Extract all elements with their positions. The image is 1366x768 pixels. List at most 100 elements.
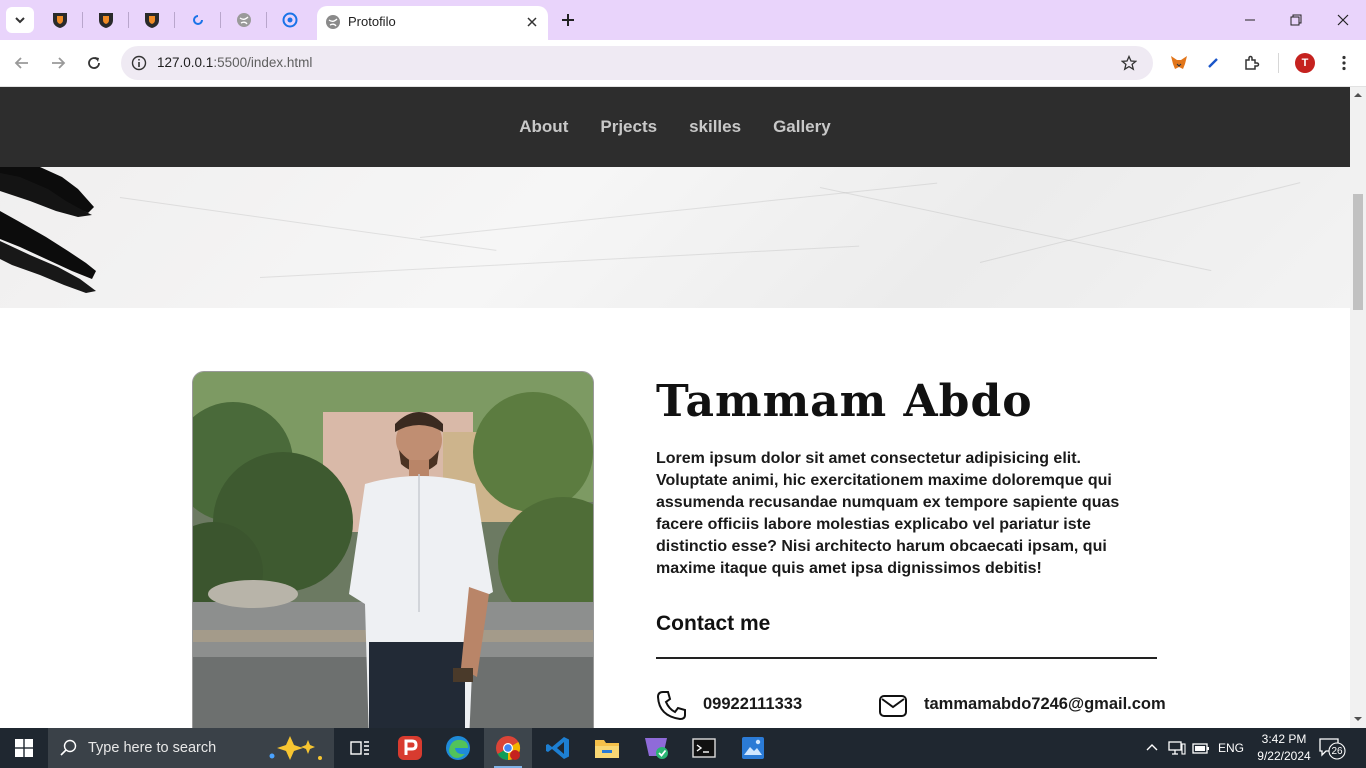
taskbar-app-terminal[interactable] <box>680 728 728 768</box>
task-view-button[interactable] <box>336 728 384 768</box>
puzzle-icon <box>1245 55 1260 70</box>
arrow-left-icon <box>14 57 28 69</box>
pinned-tab-3[interactable] <box>140 8 164 32</box>
tab-separator <box>266 12 267 28</box>
nav-link-skills[interactable]: skilles <box>689 117 741 137</box>
close-icon <box>1337 14 1349 26</box>
minimize-button[interactable] <box>1238 8 1262 32</box>
reload-icon <box>88 57 100 69</box>
nav-link-projects[interactable]: Prjects <box>600 117 657 137</box>
contact-email[interactable]: tammamabdo7246@gmail.com <box>924 695 1166 714</box>
chevron-down-icon <box>15 17 25 24</box>
close-window-button[interactable] <box>1331 8 1355 32</box>
taskbar-app-shield[interactable] <box>632 728 680 768</box>
clock-time[interactable]: 3:42 PM <box>1258 732 1310 746</box>
browser-toolbar: 127.0.0.1:5500/index.html <box>0 40 1366 87</box>
pinned-tab-6[interactable] <box>278 8 302 32</box>
browser-menu-button[interactable] <box>1332 51 1356 75</box>
minimize-icon <box>1245 19 1255 21</box>
app-icon <box>282 12 298 28</box>
address-bar[interactable]: 127.0.0.1:5500/index.html <box>121 46 1153 80</box>
globe-icon <box>237 13 251 27</box>
hero-marble-banner <box>0 167 1350 308</box>
taskbar-search[interactable]: Type here to search <box>48 728 334 768</box>
phone-icon <box>656 691 686 721</box>
pinned-tab-4[interactable] <box>186 8 210 32</box>
vscode-icon <box>546 737 569 759</box>
back-button[interactable] <box>10 51 34 75</box>
contact-divider <box>656 657 1157 659</box>
pinned-tab-1[interactable] <box>48 8 72 32</box>
clock-date[interactable]: 9/22/2024 <box>1254 749 1314 763</box>
pinned-tab-5[interactable] <box>232 8 256 32</box>
mail-icon <box>879 695 907 717</box>
profile-name: Tammam Abdo <box>656 376 1033 427</box>
brush-stroke-decoration <box>0 167 96 293</box>
reload-button[interactable] <box>82 51 106 75</box>
site-navbar: About Prjects skilles Gallery <box>0 87 1350 167</box>
battery-icon[interactable] <box>1192 741 1210 755</box>
shield-icon <box>145 13 159 28</box>
close-tab-icon[interactable] <box>524 14 540 30</box>
contact-phone[interactable]: 09922111333 <box>703 695 802 714</box>
taskbar-app-chrome[interactable] <box>484 728 532 768</box>
network-icon[interactable] <box>1168 740 1186 756</box>
profile-bio: Lorem ipsum dolor sit amet consectetur a… <box>656 450 1120 577</box>
tab-separator <box>174 12 175 28</box>
app-p-icon <box>398 736 422 760</box>
shield-icon <box>53 13 67 28</box>
extensions-button[interactable] <box>1240 51 1264 75</box>
folder-icon <box>595 740 619 758</box>
url-host: 127.0.0.1 <box>157 55 214 70</box>
notification-count: 26 <box>1331 746 1343 757</box>
notification-center-button[interactable]: 26 <box>1318 736 1346 760</box>
pen-extension[interactable] <box>1202 51 1226 75</box>
tab-separator <box>82 12 83 28</box>
forward-button[interactable] <box>46 51 70 75</box>
start-button[interactable] <box>0 728 48 768</box>
new-tab-button[interactable] <box>558 10 578 30</box>
taskbar-app-file-explorer[interactable] <box>583 728 631 768</box>
fox-icon <box>1171 56 1187 69</box>
taskbar-app-edge[interactable] <box>434 728 482 768</box>
url-text: 127.0.0.1:5500/index.html <box>157 55 312 70</box>
kebab-menu-icon <box>1342 55 1346 71</box>
search-placeholder: Type here to search <box>88 740 217 756</box>
taskbar-app-photos[interactable] <box>729 728 777 768</box>
loading-icon <box>193 15 203 25</box>
tab-search-button[interactable] <box>6 7 34 33</box>
chrome-icon <box>496 736 521 760</box>
restore-icon <box>1290 14 1302 26</box>
nav-link-gallery[interactable]: Gallery <box>773 117 831 137</box>
tab-separator <box>128 12 129 28</box>
page-viewport: About Prjects skilles Gallery Tammam Abd… <box>0 87 1350 728</box>
globe-icon <box>325 14 341 35</box>
photos-icon <box>742 737 764 759</box>
profile-avatar[interactable]: T <box>1295 53 1315 73</box>
nav-link-about[interactable]: About <box>519 117 568 137</box>
scrollbar-thumb[interactable] <box>1353 194 1363 310</box>
scroll-down-arrow-icon[interactable] <box>1354 715 1362 723</box>
terminal-icon <box>692 738 716 758</box>
scroll-up-arrow-icon[interactable] <box>1354 91 1362 99</box>
pinned-tab-2[interactable] <box>94 8 118 32</box>
plus-icon <box>562 14 574 26</box>
profile-photo <box>192 371 594 728</box>
chevron-up-icon[interactable] <box>1146 742 1158 754</box>
tab-title: Protofilo <box>348 14 396 29</box>
active-tab[interactable]: Protofilo <box>317 6 548 40</box>
edge-icon <box>446 736 470 760</box>
sparkle-icon <box>269 736 322 760</box>
metamask-extension[interactable] <box>1167 51 1191 75</box>
site-info-icon[interactable] <box>129 53 149 73</box>
tab-separator <box>220 12 221 28</box>
taskbar-app-p[interactable] <box>386 728 434 768</box>
windows-logo-icon <box>15 739 33 757</box>
security-app-icon <box>645 738 668 759</box>
taskbar-app-vscode[interactable] <box>534 728 582 768</box>
restore-button[interactable] <box>1284 8 1308 32</box>
page-scrollbar[interactable] <box>1350 87 1366 728</box>
search-icon <box>60 739 77 756</box>
bookmark-star-icon[interactable] <box>1119 53 1139 73</box>
language-indicator[interactable]: ENG <box>1218 741 1244 755</box>
